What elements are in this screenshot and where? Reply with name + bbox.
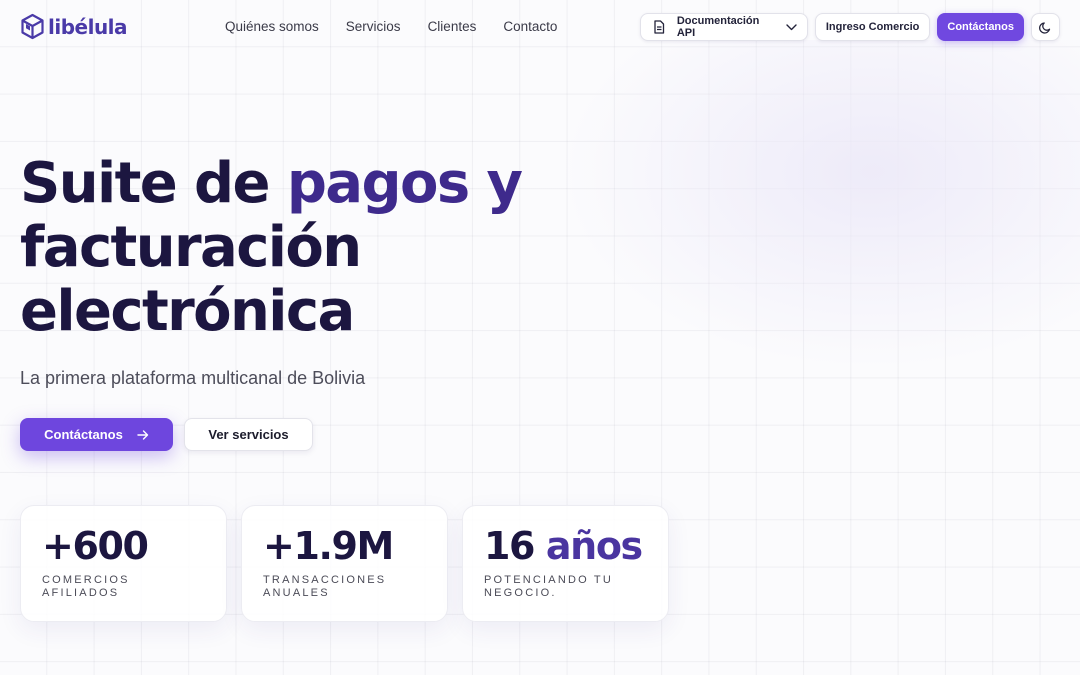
view-services-label: Ver servicios — [208, 427, 289, 442]
moon-icon — [1039, 21, 1052, 34]
stat-number-accent: años — [545, 524, 643, 568]
header-actions: Documentación API Ingreso Comercio Contá… — [639, 13, 1060, 41]
contact-button-label: Contáctanos — [44, 427, 123, 442]
stat-label-line: POTENCIANDO TU — [484, 574, 613, 586]
api-docs-label: Documentación API — [676, 15, 760, 39]
stat-label-line: COMERCIOS AFILIADOS — [42, 574, 130, 599]
logo[interactable]: libélula — [20, 13, 128, 40]
hero-title: Suite de pagos y facturación electrónica — [20, 151, 523, 344]
main-nav: Quiénes somos Servicios Clientes Contact… — [225, 19, 557, 34]
arrow-right-icon — [137, 429, 149, 440]
site-header: libélula Quiénes somos Servicios Cliente… — [0, 0, 1080, 54]
contact-button[interactable]: Contáctanos — [20, 418, 173, 451]
stats-row: +600 COMERCIOS AFILIADOS +1.9M TRANSACCI… — [20, 505, 669, 622]
nav-quienes-somos[interactable]: Quiénes somos — [225, 19, 319, 34]
hero-title-line-1: Suite de pagos y — [20, 151, 523, 216]
stat-card-merchants: +600 COMERCIOS AFILIADOS — [20, 505, 227, 622]
stat-label-line: ANUALES — [263, 587, 330, 599]
logo-text: libélula — [48, 14, 128, 39]
nav-clientes[interactable]: Clientes — [428, 19, 477, 34]
logo-cube-icon — [21, 13, 44, 40]
hero-title-accent: pagos y — [286, 151, 523, 216]
header-contact-label: Contáctanos — [947, 21, 1014, 33]
stat-card-years: 16 años POTENCIANDO TU NEGOCIO. — [462, 505, 669, 622]
document-icon — [653, 20, 665, 34]
stat-card-transactions: +1.9M TRANSACCIONES ANUALES — [241, 505, 448, 622]
background-glow — [560, 40, 1080, 370]
stat-value: 16 años — [484, 524, 648, 568]
nav-contacto[interactable]: Contacto — [503, 19, 557, 34]
stat-label-line: TRANSACCIONES — [263, 574, 387, 586]
stat-label-line: NEGOCIO. — [484, 587, 557, 599]
hero-cta-row: Contáctanos Ver servicios — [20, 418, 313, 451]
stat-value: +1.9M — [263, 524, 427, 568]
merchant-login-label: Ingreso Comercio — [825, 21, 920, 33]
stat-number: +600 — [42, 524, 149, 568]
hero-title-part: Suite de — [20, 151, 287, 216]
chevron-down-icon — [786, 23, 797, 31]
api-docs-dropdown[interactable]: Documentación API — [639, 13, 808, 41]
nav-servicios[interactable]: Servicios — [346, 19, 401, 34]
hero-subtitle: La primera plataforma multicanal de Boli… — [20, 368, 366, 388]
header-contact-button[interactable]: Contáctanos — [937, 13, 1024, 41]
stat-label: TRANSACCIONES ANUALES — [263, 574, 427, 600]
stat-number: 16 — [484, 524, 546, 568]
stat-label: COMERCIOS AFILIADOS — [42, 574, 206, 600]
merchant-login-button[interactable]: Ingreso Comercio — [814, 13, 931, 41]
stat-number: +1.9M — [263, 524, 394, 568]
stat-label: POTENCIANDO TU NEGOCIO. — [484, 574, 648, 600]
stat-value: +600 — [42, 524, 206, 568]
theme-toggle-button[interactable] — [1031, 13, 1060, 41]
view-services-button[interactable]: Ver servicios — [184, 418, 313, 451]
hero-title-line-3: electrónica — [20, 279, 355, 344]
hero-title-line-2: facturación — [20, 215, 362, 280]
